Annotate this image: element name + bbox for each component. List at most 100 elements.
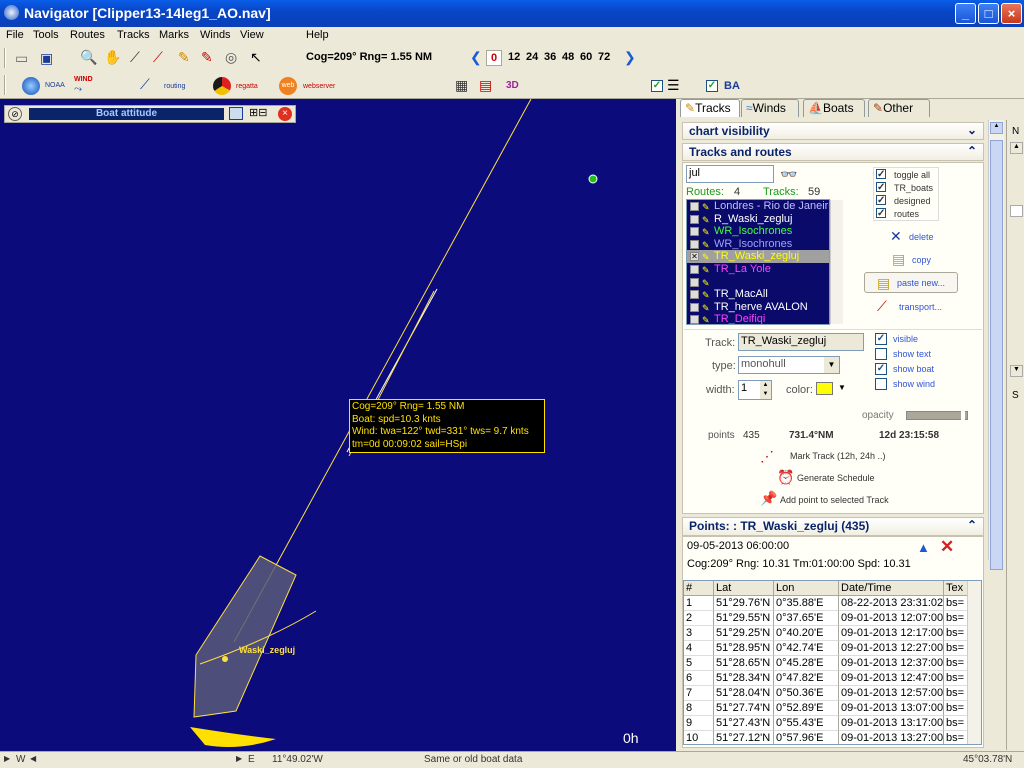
column-header[interactable]: Lat bbox=[714, 581, 774, 596]
tab-tracks[interactable]: ✎Tracks bbox=[680, 99, 740, 117]
track-list-scrollbar[interactable] bbox=[830, 200, 843, 324]
zoom-level-24[interactable]: 24 bbox=[526, 51, 538, 63]
alarm-clock-icon[interactable]: ⏰ bbox=[777, 469, 794, 485]
menu-tools[interactable]: Tools bbox=[33, 29, 59, 41]
minimize-button[interactable]: _ bbox=[955, 3, 976, 24]
chart-map[interactable]: Waski_zegluj bbox=[0, 99, 676, 751]
table-cell[interactable]: 09-01-2013 13:07:00 bbox=[839, 701, 944, 716]
delete-link[interactable]: delete bbox=[909, 232, 934, 242]
tab-winds[interactable]: ≈Winds bbox=[741, 99, 799, 117]
zoom-level-12[interactable]: 12 bbox=[508, 51, 520, 63]
column-header[interactable]: Date/Time bbox=[839, 581, 944, 596]
track-item-checkbox[interactable] bbox=[690, 315, 699, 324]
collapse-icon[interactable]: ⌃ bbox=[967, 518, 977, 532]
dock-icon[interactable]: ⊞⊟ bbox=[249, 106, 267, 119]
track-pencil-icon[interactable]: ✎ bbox=[178, 49, 190, 65]
track-item-checkbox[interactable] bbox=[690, 290, 699, 300]
track-list-item[interactable]: ✎ TR_Deifiqi bbox=[687, 313, 829, 324]
tr-boats-label[interactable]: TR_boats bbox=[894, 183, 933, 193]
routes-toggle-label[interactable]: routes bbox=[894, 209, 919, 219]
opacity-handle[interactable] bbox=[961, 411, 965, 420]
zoom-icon[interactable]: 🔍 bbox=[80, 49, 97, 65]
color-dropdown-icon[interactable]: ▼ bbox=[838, 383, 846, 392]
table-cell[interactable]: 51°29.55'N bbox=[714, 611, 774, 626]
pin-icon[interactable]: 📌 bbox=[760, 490, 777, 506]
transport-icon[interactable]: ⟋ bbox=[877, 298, 887, 314]
scroll-left-arrow-icon[interactable]: ◀ bbox=[30, 754, 36, 763]
table-cell[interactable]: 4 bbox=[684, 641, 714, 656]
generate-schedule-link[interactable]: Generate Schedule bbox=[797, 473, 875, 483]
table-cell[interactable]: 0°42.74'E bbox=[774, 641, 839, 656]
table-cell[interactable]: 7 bbox=[684, 686, 714, 701]
zoom-level-72[interactable]: 72 bbox=[598, 51, 610, 63]
routing-icon[interactable]: ⟋ bbox=[140, 76, 150, 92]
scroll-thumb[interactable] bbox=[990, 140, 1003, 570]
track-item-checkbox[interactable] bbox=[690, 239, 699, 249]
save-icon[interactable]: ▣ bbox=[40, 50, 53, 66]
boat-attitude-bar[interactable]: ⊘ Boat attitude ⊞⊟ × bbox=[4, 105, 296, 123]
layers-checkbox[interactable]: ✓ bbox=[651, 80, 663, 92]
track-search-input[interactable]: jul bbox=[686, 165, 774, 183]
noaa-icon[interactable] bbox=[22, 77, 40, 95]
visible-label[interactable]: visible bbox=[893, 334, 918, 344]
track-item-checkbox[interactable] bbox=[690, 227, 699, 237]
zoom-level-36[interactable]: 36 bbox=[544, 51, 556, 63]
regatta-icon[interactable] bbox=[213, 77, 231, 95]
table-cell[interactable]: 09-01-2013 12:07:00 bbox=[839, 611, 944, 626]
calculator-icon[interactable]: ▦ bbox=[455, 77, 468, 93]
copy-icon[interactable]: ▤ bbox=[892, 251, 905, 267]
nav-down-icon[interactable]: ▼ bbox=[1010, 365, 1023, 377]
close-panel-icon[interactable]: × bbox=[278, 107, 292, 121]
zoom-level-60[interactable]: 60 bbox=[580, 51, 592, 63]
chart-visibility-header[interactable]: chart visibility ⌄ bbox=[682, 122, 984, 140]
track-list-item[interactable]: ✎ TR_La Yole bbox=[687, 263, 829, 276]
open-folder-icon[interactable]: ▭ bbox=[15, 50, 28, 66]
table-cell[interactable]: 9 bbox=[684, 716, 714, 731]
table-cell[interactable]: 10 bbox=[684, 731, 714, 744]
designed-checkbox[interactable]: ✓ bbox=[876, 195, 886, 206]
table-cell[interactable]: 5 bbox=[684, 656, 714, 671]
table-cell[interactable]: 09-01-2013 12:47:00 bbox=[839, 671, 944, 686]
designed-label[interactable]: designed bbox=[894, 196, 931, 206]
regatta-label[interactable]: regatta bbox=[236, 83, 258, 90]
copy-link[interactable]: copy bbox=[912, 255, 931, 265]
menu-marks[interactable]: Marks bbox=[159, 29, 189, 41]
track-list-item[interactable]: ✎ WR_Isochrones bbox=[687, 225, 829, 238]
stepper-arrows-icon[interactable]: ▲ ▼ bbox=[760, 381, 771, 399]
track-list-item[interactable]: ✎ TR_herve AVALON bbox=[687, 301, 829, 314]
zoom-level-48[interactable]: 48 bbox=[562, 51, 574, 63]
toggle-all-checkbox[interactable]: ✓ bbox=[876, 169, 886, 180]
mark-buoy-icon[interactable] bbox=[588, 174, 598, 184]
tracks-routes-header[interactable]: Tracks and routes ⌃ bbox=[682, 143, 984, 161]
column-header[interactable]: # bbox=[684, 581, 714, 596]
table-cell[interactable]: 0°37.65'E bbox=[774, 611, 839, 626]
measure-icon[interactable]: ⟋ bbox=[130, 49, 140, 65]
menu-help[interactable]: Help bbox=[306, 29, 329, 41]
close-icon[interactable]: ✕ bbox=[940, 537, 954, 557]
track-list-item[interactable]: ✎ R_Waski_zegluj bbox=[687, 213, 829, 226]
panel-scrollbar[interactable]: ▲ bbox=[988, 120, 1004, 570]
track-item-checkbox[interactable] bbox=[690, 214, 699, 224]
track-list[interactable]: ✎ Londres - Rio de Janeiro ✎ R_Waski_zegluj… bbox=[686, 199, 830, 325]
color-swatch[interactable] bbox=[816, 382, 833, 395]
menu-winds[interactable]: Winds bbox=[200, 29, 231, 41]
table-cell[interactable]: 0°57.96'E bbox=[774, 731, 839, 744]
table-cell[interactable]: 6 bbox=[684, 671, 714, 686]
points-header[interactable]: Points: : TR_Waski_zegluj (435) ⌃ bbox=[682, 517, 984, 536]
show-boat-checkbox[interactable]: ✓ bbox=[875, 363, 887, 375]
webserver-label[interactable]: webserver bbox=[303, 83, 335, 90]
table-cell[interactable]: 0°55.43'E bbox=[774, 716, 839, 731]
close-button[interactable]: × bbox=[1001, 3, 1022, 24]
menu-file[interactable]: File bbox=[6, 29, 24, 41]
table-cell[interactable]: 51°27.74'N bbox=[714, 701, 774, 716]
binoculars-icon[interactable]: 👓 bbox=[780, 166, 797, 182]
pointer-icon[interactable]: ↖ bbox=[250, 49, 262, 65]
menu-view[interactable]: View bbox=[240, 29, 264, 41]
scroll-right-arrow-icon[interactable]: ▶ bbox=[236, 754, 242, 763]
tab-boats[interactable]: ⛵Boats bbox=[803, 99, 865, 117]
noaa-label[interactable]: NOAA bbox=[45, 82, 65, 89]
table-cell[interactable]: 51°29.25'N bbox=[714, 626, 774, 641]
nav-thumb[interactable] bbox=[1010, 205, 1023, 217]
table-cell[interactable]: 0°40.20'E bbox=[774, 626, 839, 641]
table-cell[interactable]: 0°50.36'E bbox=[774, 686, 839, 701]
